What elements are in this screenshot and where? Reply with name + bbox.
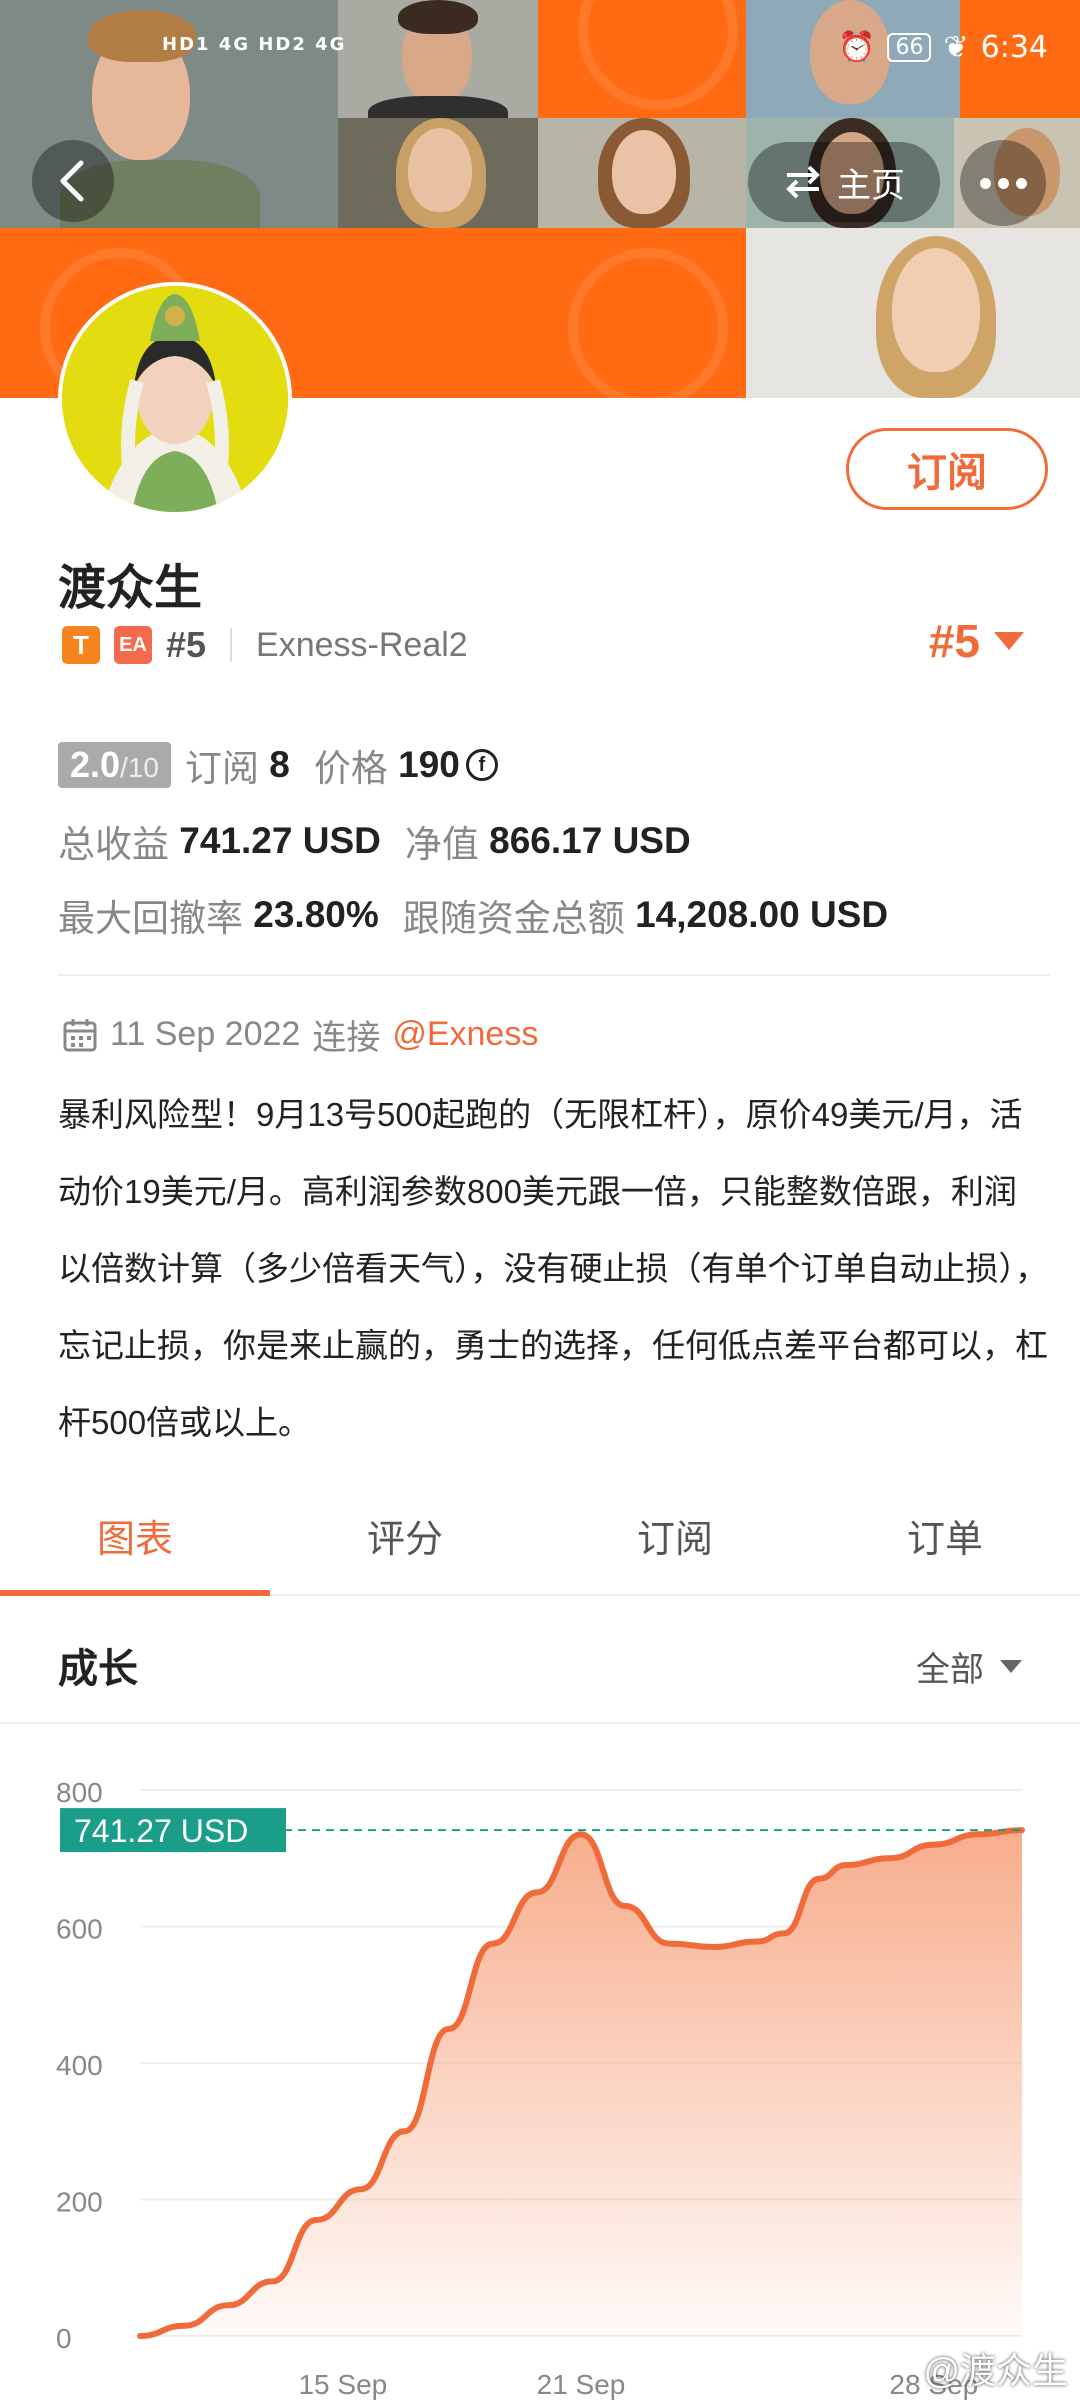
range-selector[interactable]: 全部 — [916, 1642, 1022, 1691]
rank-label: #5 — [166, 624, 207, 665]
divider — [58, 974, 1050, 976]
home-button[interactable]: 主页 — [748, 142, 940, 222]
max-drawdown-label: 最大回撤率 — [58, 898, 243, 939]
data-point — [580, 1833, 582, 1835]
avatar-image — [62, 286, 288, 512]
banner-tile — [538, 228, 746, 398]
growth-chart: 0 200 400 600 800 741.27 USD 15 Sep 21 Sep 28 Se… — [0, 1724, 1080, 2400]
watermark: @渡众生 — [923, 2350, 1068, 2391]
more-icon — [979, 177, 991, 189]
more-button[interactable] — [960, 140, 1046, 226]
calendar-icon — [63, 1018, 97, 1051]
triangle-down-icon — [1000, 1660, 1022, 1673]
back-button[interactable] — [32, 140, 114, 222]
connection-label: 连接 — [312, 1019, 381, 1057]
rank-value: #5 — [928, 615, 980, 667]
data-point — [845, 1864, 847, 1866]
trader-tags: T EA #5 Exness-Real2 — [62, 624, 468, 666]
data-point — [818, 1878, 820, 1880]
y-tick-label: 600 — [56, 1914, 103, 1945]
connection-info: 11 Sep 2022 连接 @Exness — [62, 1010, 538, 1059]
data-point — [227, 2304, 229, 2306]
trader-type-badge: T — [62, 626, 100, 664]
trader-name: 渡众生 — [58, 562, 203, 615]
growth-chart-svg: 0200400600800741.27 USD15 Sep 21 Sep 28 Se… — [56, 1777, 1025, 2400]
price-label: 价格 — [313, 748, 388, 789]
tab-chart[interactable]: 图表 — [0, 1490, 270, 1596]
data-point — [668, 1943, 670, 1945]
home-label: 主页 — [837, 166, 905, 205]
data-point — [889, 1857, 891, 1859]
y-tick-label: 400 — [56, 2050, 103, 2081]
data-point — [1021, 1829, 1023, 1831]
total-profit-value: 741.27 USD — [179, 820, 381, 861]
max-drawdown-value: 23.80% — [253, 894, 379, 935]
current-value-label: 741.27 USD — [74, 1813, 248, 1849]
y-tick-label: 200 — [56, 2187, 103, 2218]
connection-date: 11 Sep 2022 — [110, 1015, 301, 1053]
clock: 6:34 — [980, 30, 1048, 65]
banner-tile — [338, 228, 538, 398]
section-title: 成长 — [58, 1647, 138, 1691]
banner-photo — [538, 118, 746, 228]
swap-icon — [786, 165, 820, 199]
growth-section-header: 成长 全部 — [0, 1596, 1080, 1724]
data-point — [139, 2335, 141, 2337]
battery-indicator: 66 — [887, 33, 932, 62]
subscriptions-value: 8 — [269, 744, 290, 785]
strategy-description: 暴利风险型！9月13号500起跑的（无限杠杆），原价49美元/月，活动价19美元… — [58, 1096, 1048, 1441]
data-point — [536, 1891, 538, 1893]
growth-area — [140, 1830, 1022, 2336]
follow-funds-value: 14,208.00 USD — [635, 894, 889, 935]
banner-photo — [338, 118, 538, 228]
net-value-value: 866.17 USD — [489, 820, 691, 861]
data-point — [404, 2130, 406, 2132]
stats-row-3: 最大回撤率 23.80% 跟随资金总额 14,208.00 USD — [58, 888, 912, 942]
data-point — [448, 2028, 450, 2030]
data-point — [492, 1943, 494, 1945]
status-bar: HD1 4G HD2 4G ⏰ 66 ❦ 6:34 — [0, 30, 1080, 80]
y-tick-label: 0 — [56, 2323, 72, 2354]
subscribe-button[interactable]: 订阅 — [846, 428, 1048, 510]
data-point — [783, 1932, 785, 1934]
total-profit-label: 总收益 — [58, 824, 169, 865]
triangle-down-icon — [994, 632, 1024, 650]
range-label: 全部 — [916, 1651, 984, 1689]
banner-photo — [746, 228, 1080, 398]
price-value: 190 — [398, 744, 460, 785]
x-tick-label: 15 Sep — [298, 2369, 387, 2400]
data-point — [977, 1833, 979, 1835]
follow-funds-label: 跟随资金总额 — [402, 898, 625, 939]
data-point — [756, 1941, 758, 1943]
stats-row-1: 2.0/10 订阅 8 价格 190 f — [58, 738, 498, 792]
rank-dropdown[interactable]: #5 — [929, 614, 1024, 668]
tab-subscriptions[interactable]: 订阅 — [540, 1490, 810, 1594]
divider — [230, 628, 233, 662]
y-tick-label: 800 — [56, 1777, 103, 1808]
ea-badge: EA — [114, 626, 152, 664]
leaf-icon: ❦ — [943, 30, 969, 65]
net-value-label: 净值 — [404, 824, 479, 865]
avatar[interactable] — [58, 282, 292, 516]
coin-icon: f — [465, 749, 498, 781]
data-point — [271, 2280, 273, 2282]
score-badge: 2.0/10 — [58, 742, 171, 788]
tab-rating[interactable]: 评分 — [270, 1490, 540, 1594]
data-point — [624, 1905, 626, 1907]
tab-bar: 图表 评分 订阅 订单 — [0, 1490, 1080, 1596]
data-point — [360, 2188, 361, 2190]
back-arrow-icon — [60, 160, 84, 202]
signal-indicator: HD1 4G HD2 4G — [162, 34, 347, 55]
stats-row-2: 总收益 741.27 USD 净值 866.17 USD — [58, 814, 715, 868]
x-tick-label: 21 Sep — [537, 2369, 626, 2400]
data-point — [933, 1844, 935, 1846]
alarm-icon: ⏰ — [838, 30, 876, 65]
data-point — [315, 2219, 317, 2221]
tab-orders[interactable]: 订单 — [810, 1490, 1080, 1594]
account-server: Exness-Real2 — [256, 625, 468, 664]
data-point — [183, 2325, 185, 2327]
data-point — [712, 1946, 714, 1948]
subscriptions-label: 订阅 — [184, 748, 259, 789]
broker-link[interactable]: @Exness — [392, 1015, 538, 1054]
